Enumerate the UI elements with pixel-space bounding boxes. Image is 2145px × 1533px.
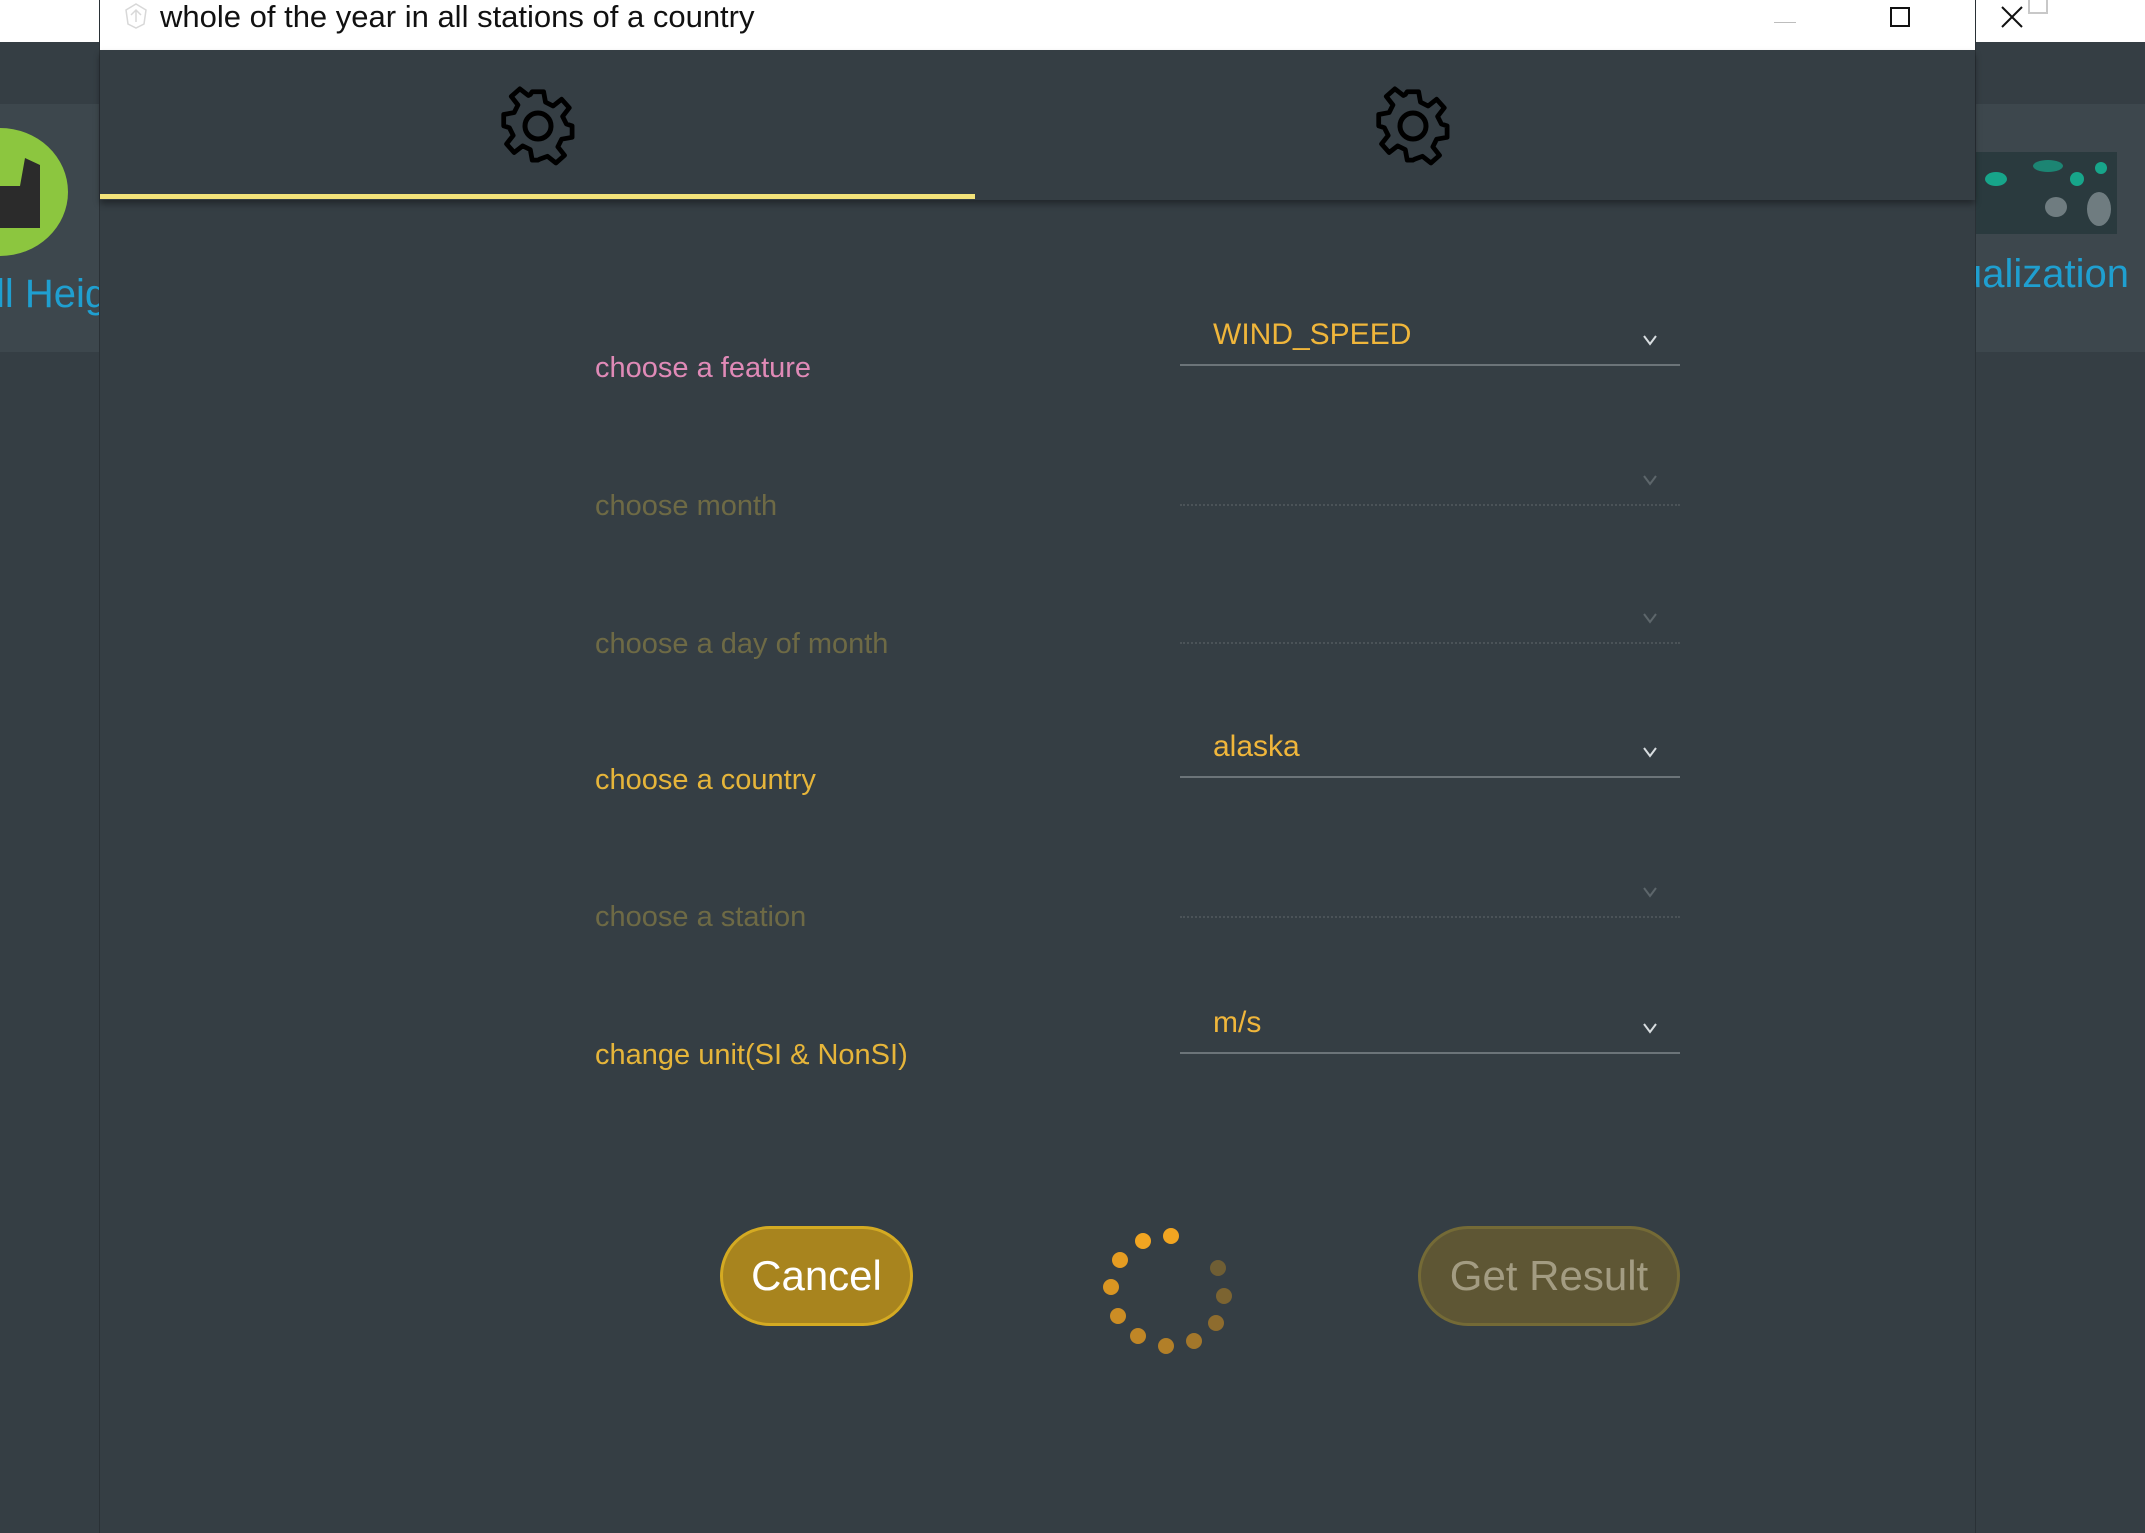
get-result-button[interactable]: Get Result (1418, 1226, 1680, 1326)
background-card-right-label: ualization (1960, 252, 2130, 296)
gear-icon (500, 86, 574, 166)
spinner-icon (1100, 1225, 1235, 1360)
tab-settings-1[interactable] (100, 50, 975, 200)
feature-label: choose a feature (595, 352, 812, 384)
close-button[interactable] (1962, 0, 2062, 34)
day-of-month-dropdown[interactable] (1180, 590, 1680, 644)
minimize-icon (1774, 21, 1796, 23)
dialog-title: whole of the year in all stations of a c… (160, 0, 755, 34)
chevron-down-icon (1643, 613, 1657, 624)
app-icon (125, 3, 147, 29)
background-card-left-label: ll Heig (0, 272, 108, 316)
month-label: choose month (595, 490, 778, 522)
country-dropdown[interactable]: alaska (1180, 724, 1680, 778)
map-thumbnail (1975, 152, 2117, 234)
settings-dialog: whole of the year in all stations of a c… (100, 0, 2023, 1533)
chevron-down-icon (1643, 887, 1657, 898)
gear-icon (1375, 86, 1449, 166)
day-of-month-label: choose a day of month (595, 628, 889, 660)
minimize-button[interactable] (1730, 0, 1840, 34)
tab-settings-2[interactable] (975, 50, 1850, 200)
country-value: alaska (1213, 730, 1300, 763)
cancel-button[interactable]: Cancel (720, 1226, 913, 1326)
station-label: choose a station (595, 901, 807, 933)
chevron-down-icon (1643, 1023, 1657, 1034)
station-dropdown[interactable] (1180, 864, 1680, 918)
close-icon (2001, 6, 2023, 28)
dialog-titlebar: whole of the year in all stations of a c… (100, 0, 2023, 50)
country-label: choose a country (595, 764, 816, 796)
feature-value: WIND_SPEED (1213, 318, 1412, 351)
chevron-down-icon (1643, 335, 1657, 346)
unit-value: m/s (1213, 1006, 1262, 1039)
maximize-button[interactable] (1845, 0, 1955, 34)
selected-tab-indicator (100, 194, 975, 199)
tab-bar (100, 50, 1975, 200)
unit-dropdown[interactable]: m/s (1180, 1000, 1680, 1054)
chevron-down-icon (1643, 747, 1657, 758)
unit-label: change unit(SI & NonSI) (595, 1039, 908, 1071)
chevron-down-icon (1643, 475, 1657, 486)
month-dropdown[interactable] (1180, 452, 1680, 506)
maximize-icon (1890, 7, 1910, 27)
feature-dropdown[interactable]: WIND_SPEED (1180, 312, 1680, 366)
